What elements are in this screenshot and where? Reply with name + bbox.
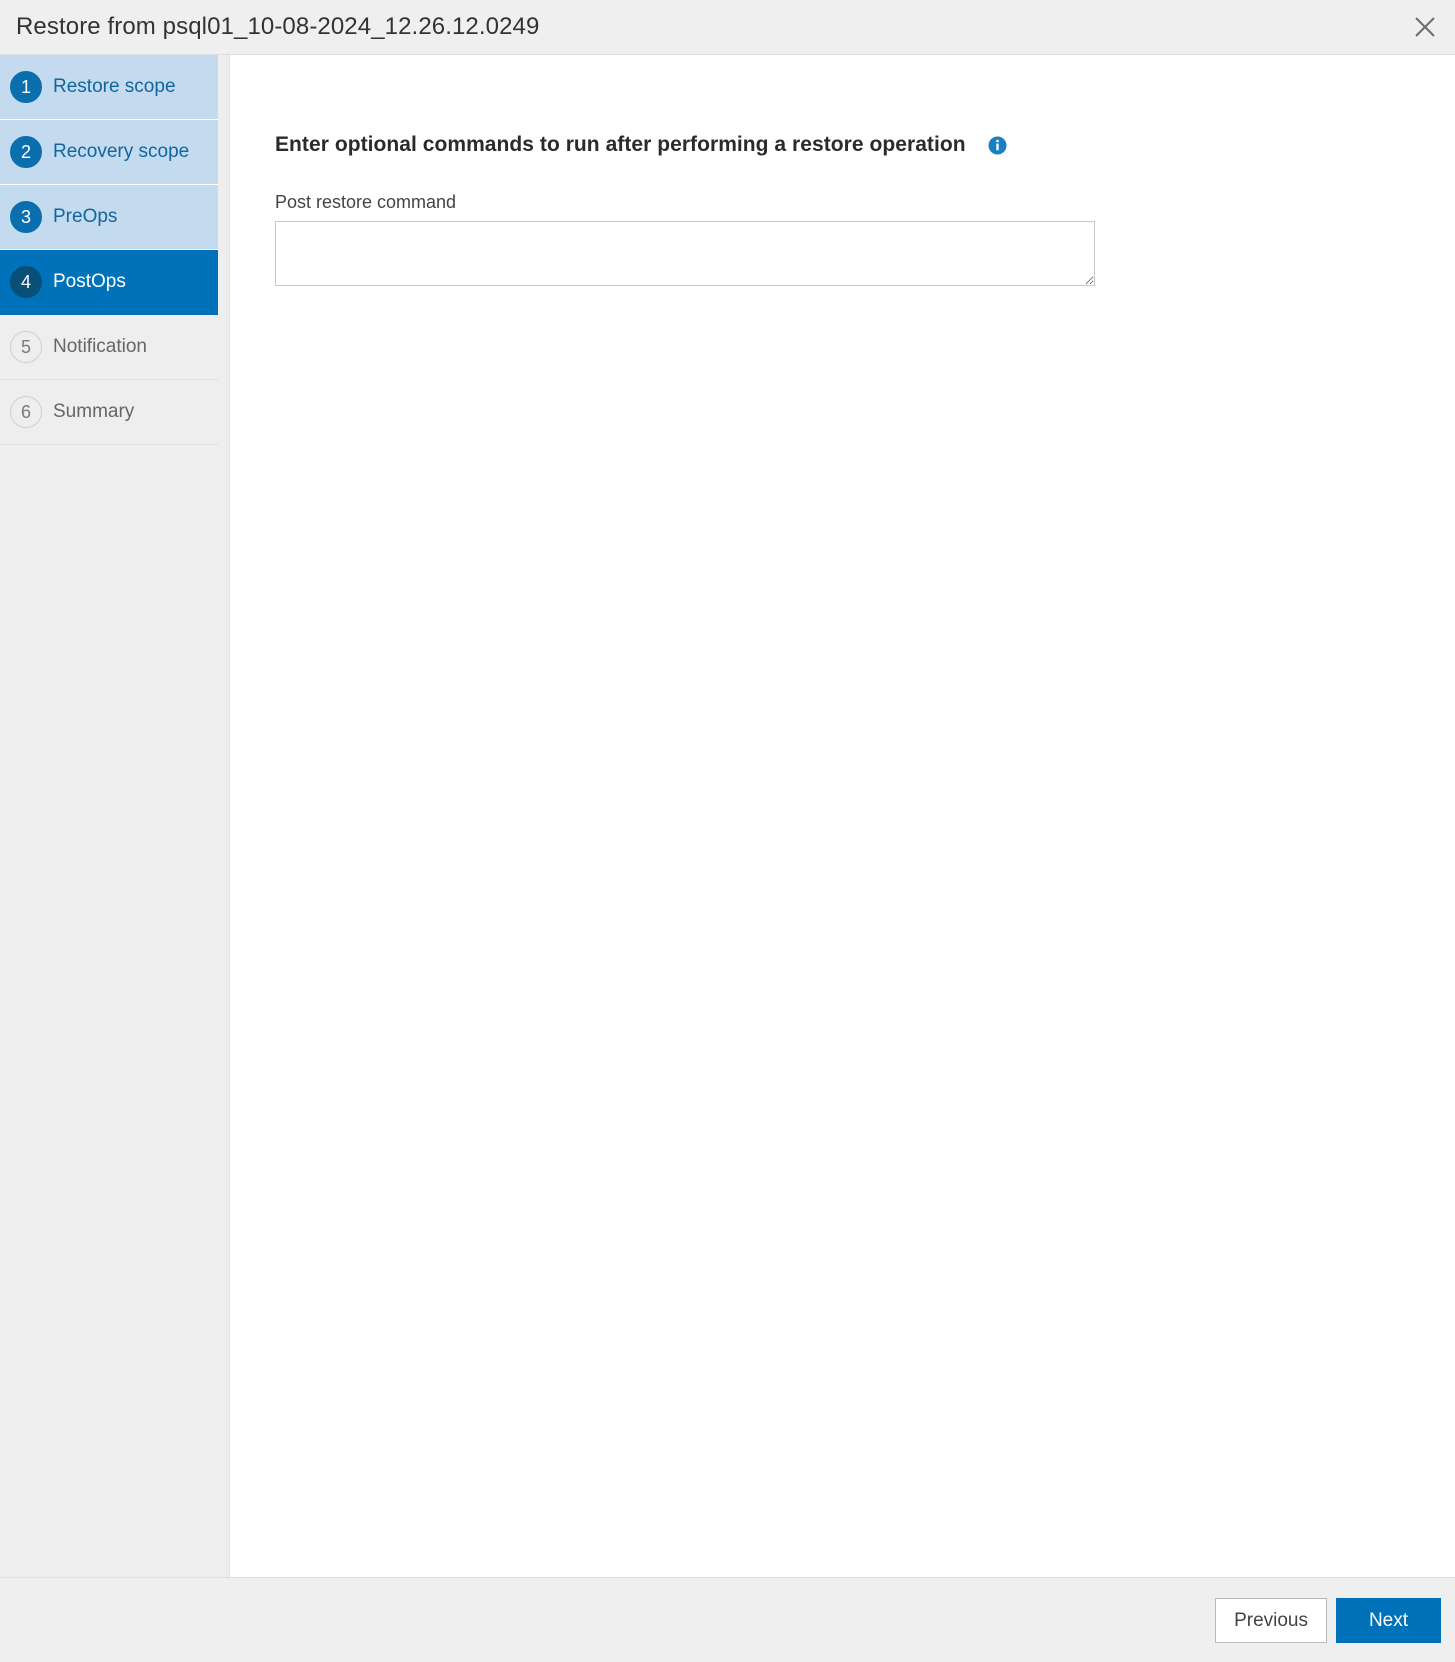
- sidebar-item-postops[interactable]: 4 PostOps: [0, 250, 218, 315]
- dialog-body: 1 Restore scope 2 Recovery scope 3 PreOp…: [0, 55, 1455, 1577]
- post-restore-command-label: Post restore command: [275, 192, 457, 212]
- dialog-header: Restore from psql01_10-08-2024_12.26.12.…: [0, 0, 1455, 55]
- sidebar-item-label: Summary: [53, 401, 135, 422]
- sidebar-item-label: PostOps: [53, 271, 126, 292]
- step-number-badge: 5: [10, 331, 42, 363]
- dialog-footer: Previous Next: [0, 1577, 1455, 1662]
- dialog-title: Restore from psql01_10-08-2024_12.26.12.…: [16, 13, 540, 40]
- info-icon[interactable]: [988, 135, 1007, 155]
- close-icon[interactable]: [1405, 7, 1445, 47]
- sidebar-item-restore-scope[interactable]: 1 Restore scope: [0, 55, 218, 120]
- content-heading-row: Enter optional commands to run after per…: [275, 133, 1455, 157]
- sidebar-item-label: Restore scope: [53, 76, 176, 97]
- sidebar-item-label: Notification: [53, 336, 147, 357]
- sidebar-item-summary[interactable]: 6 Summary: [0, 380, 218, 445]
- postops-panel: Enter optional commands to run after per…: [230, 55, 1455, 1577]
- sidebar-item-notification[interactable]: 5 Notification: [0, 315, 218, 380]
- step-number-badge: 3: [10, 201, 42, 233]
- page-title: Enter optional commands to run after per…: [275, 133, 966, 156]
- close-x-glyph: [1415, 17, 1435, 37]
- previous-button[interactable]: Previous: [1215, 1597, 1327, 1643]
- post-restore-command-input[interactable]: [275, 221, 1095, 286]
- step-number-badge: 2: [10, 136, 42, 168]
- wizard-step-sidebar: 1 Restore scope 2 Recovery scope 3 PreOp…: [0, 55, 230, 1577]
- next-button[interactable]: Next: [1336, 1597, 1441, 1643]
- sidebar-item-label: PreOps: [53, 206, 118, 227]
- step-number-badge: 6: [10, 396, 42, 428]
- step-number-badge: 1: [10, 71, 42, 103]
- step-number-badge: 4: [10, 266, 42, 298]
- sidebar-item-label: Recovery scope: [53, 141, 190, 162]
- sidebar-item-recovery-scope[interactable]: 2 Recovery scope: [0, 120, 218, 185]
- restore-wizard-dialog: Restore from psql01_10-08-2024_12.26.12.…: [0, 0, 1455, 1662]
- sidebar-item-preops[interactable]: 3 PreOps: [0, 185, 218, 250]
